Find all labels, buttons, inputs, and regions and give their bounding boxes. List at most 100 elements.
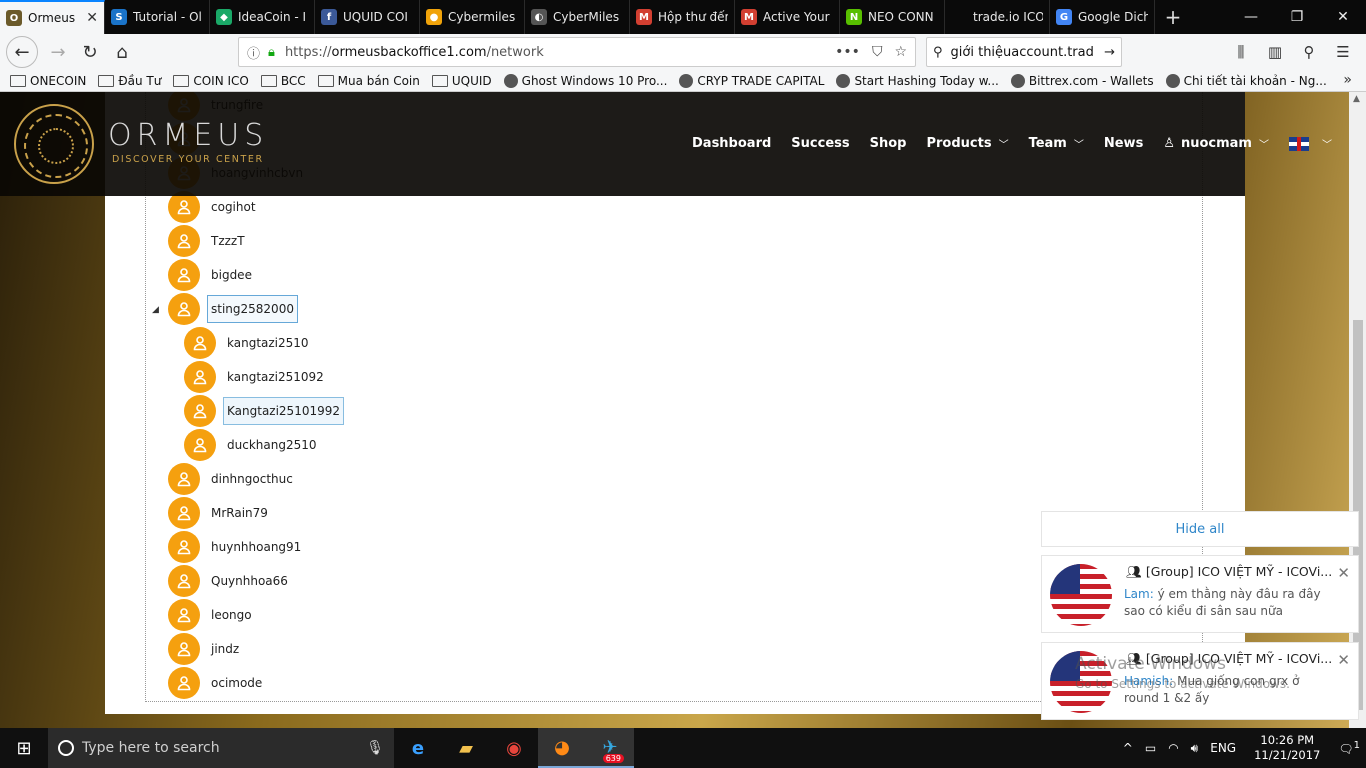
volume-icon[interactable]: 🔊︎: [1191, 741, 1199, 756]
tree-node[interactable]: Quynhhoa66: [168, 564, 292, 598]
bookmark-folder[interactable]: UQUID: [431, 74, 492, 88]
browser-tab[interactable]: M Hộp thư đến: [630, 0, 735, 34]
language-selector[interactable]: ﹀: [1288, 136, 1332, 151]
wifi-icon[interactable]: ◠: [1168, 741, 1178, 755]
minimize-icon[interactable]: —: [1228, 0, 1274, 34]
browser-tab[interactable]: G Google Dich: [1050, 0, 1155, 34]
tree-node[interactable]: kangtazi2510: [184, 326, 313, 360]
bookmark-item[interactable]: Start Hashing Today w...: [836, 73, 999, 88]
member-name[interactable]: cogihot: [207, 193, 260, 221]
member-name[interactable]: leongo: [207, 601, 256, 629]
taskbar-search-box[interactable]: Type here to search 🎙︎: [48, 728, 394, 768]
browser-tab[interactable]: ◆ IdeaCoin - I: [210, 0, 315, 34]
scroll-up-icon[interactable]: ▲: [1353, 94, 1360, 104]
member-name[interactable]: bigdee: [207, 261, 256, 289]
search-bar[interactable]: ⚲ giới thiệuaccount.trad →: [926, 37, 1122, 67]
chat-notification[interactable]: 👥︎ [Group] ICO VIỆT MỸ - ICOVi... Lam: ý e…: [1041, 555, 1359, 633]
member-name[interactable]: huynhhoang91: [207, 533, 305, 561]
bookmark-folder[interactable]: Đầu Tư: [98, 74, 161, 88]
browser-tab[interactable]: M Active Your: [735, 0, 840, 34]
info-icon[interactable]: ⓘ: [247, 43, 260, 62]
hide-all-button[interactable]: Hide all: [1041, 511, 1359, 547]
pocket-icon[interactable]: ⛉: [872, 44, 883, 60]
tree-node[interactable]: leongo: [168, 598, 256, 632]
bookmark-folder[interactable]: Mua bán Coin: [317, 74, 420, 88]
bookmarks-overflow-icon[interactable]: »: [1343, 72, 1352, 88]
member-name[interactable]: kangtazi251092: [223, 363, 328, 391]
notification-close-icon[interactable]: ✕: [1337, 564, 1350, 582]
menu-item-success[interactable]: Success: [791, 136, 849, 151]
tree-node[interactable]: jindz: [168, 632, 243, 666]
bookmark-item[interactable]: CRYP TRADE CAPITAL: [679, 73, 824, 88]
browser-tab[interactable]: ◐ CyberMiles: [525, 0, 630, 34]
tree-node[interactable]: TzzzT: [168, 224, 249, 258]
edge-icon[interactable]: e: [394, 728, 442, 768]
tree-node[interactable]: bigdee: [168, 258, 256, 292]
menu-item-shop[interactable]: Shop: [870, 136, 907, 151]
bookmark-folder[interactable]: COIN ICO: [173, 74, 249, 88]
member-name[interactable]: Quynhhoa66: [207, 567, 292, 595]
lock-icon[interactable]: 🔒︎: [268, 45, 275, 60]
member-name[interactable]: Kangtazi25101992: [223, 397, 345, 425]
menu-icon[interactable]: ☰: [1326, 37, 1360, 67]
address-bar[interactable]: ⓘ 🔒︎ https://ormeusbackoffice1.com/netwo…: [238, 37, 916, 67]
tree-node[interactable]: duckhang2510: [184, 428, 321, 462]
back-button[interactable]: ←: [6, 36, 38, 68]
reload-button[interactable]: ↻: [74, 36, 106, 68]
browser-tab[interactable]: S Tutorial - Ol: [105, 0, 210, 34]
menu-item-products[interactable]: Products ﹀: [926, 136, 1008, 151]
home-button[interactable]: ⌂: [106, 36, 138, 68]
firefox-icon[interactable]: ◕: [538, 728, 586, 768]
battery-icon[interactable]: ▭: [1145, 741, 1156, 755]
tree-node[interactable]: Kangtazi25101992: [184, 394, 345, 428]
member-name[interactable]: dinhngocthuc: [207, 465, 297, 493]
browser-tab[interactable]: N NEO CONN: [840, 0, 945, 34]
restore-icon[interactable]: ❐: [1274, 0, 1320, 34]
member-name[interactable]: jindz: [207, 635, 243, 663]
browser-tab[interactable]: f UQUID COI: [315, 0, 420, 34]
more-actions-icon[interactable]: •••: [835, 44, 860, 60]
member-name[interactable]: duckhang2510: [223, 431, 321, 459]
menu-item-team[interactable]: Team ﹀: [1029, 136, 1084, 151]
browser-tab[interactable]: ● Cybermiles: [420, 0, 525, 34]
menu-item-dashboard[interactable]: Dashboard: [692, 136, 771, 151]
member-name[interactable]: TzzzT: [207, 227, 249, 255]
telegram-icon[interactable]: ✈ 639: [586, 728, 634, 768]
system-clock[interactable]: 10:26 PM 11/21/2017: [1254, 733, 1320, 763]
menu-item-news[interactable]: News: [1104, 136, 1143, 151]
tree-node[interactable]: dinhngocthuc: [168, 462, 297, 496]
bookmark-item[interactable]: Bittrex.com - Wallets: [1010, 73, 1154, 88]
forward-button[interactable]: →: [42, 36, 74, 68]
search-input[interactable]: giới thiệuaccount.trad: [951, 45, 1105, 60]
bookmark-item[interactable]: Chi tiết tài khoản - Ng...: [1165, 73, 1327, 88]
search-go-icon[interactable]: →: [1104, 45, 1115, 60]
new-tab-icon[interactable]: +: [1155, 0, 1191, 34]
find-icon[interactable]: ⚲: [1292, 37, 1326, 67]
url-text[interactable]: https://ormeusbackoffice1.com/network: [285, 45, 823, 60]
bookmark-folder[interactable]: BCC: [260, 74, 306, 88]
member-name[interactable]: ocimode: [207, 669, 266, 697]
windows-start-button[interactable]: ⊞: [0, 728, 48, 768]
action-center-icon[interactable]: 🗨︎1: [1338, 740, 1360, 756]
file-explorer-icon[interactable]: ▰: [442, 728, 490, 768]
bookmark-star-icon[interactable]: ☆: [894, 44, 907, 60]
close-window-icon[interactable]: ✕: [1320, 0, 1366, 34]
bookmark-item[interactable]: Ghost Windows 10 Pro...: [503, 73, 667, 88]
show-hidden-icons-icon[interactable]: ^: [1123, 741, 1133, 755]
tab-close-icon[interactable]: ✕: [86, 10, 98, 26]
chrome-icon[interactable]: ◉: [490, 728, 538, 768]
ormeus-logo-icon[interactable]: [14, 104, 94, 184]
tree-node[interactable]: MrRain79: [168, 496, 272, 530]
user-menu[interactable]: ♙ nuocmam ﹀: [1163, 136, 1269, 151]
tree-node[interactable]: ocimode: [168, 666, 266, 700]
member-name[interactable]: sting2582000: [207, 295, 298, 323]
tree-node[interactable]: kangtazi251092: [184, 360, 328, 394]
library-icon[interactable]: ⫼: [1224, 37, 1258, 67]
sidebar-icon[interactable]: ▥: [1258, 37, 1292, 67]
language-indicator[interactable]: ENG: [1210, 741, 1236, 755]
member-name[interactable]: MrRain79: [207, 499, 272, 527]
bookmark-folder[interactable]: ONECOIN: [10, 74, 86, 88]
notification-close-icon[interactable]: ✕: [1337, 651, 1350, 669]
browser-tab[interactable]: trade.io ICO - M: [945, 0, 1050, 34]
tree-node[interactable]: sting2582000: [168, 292, 298, 326]
